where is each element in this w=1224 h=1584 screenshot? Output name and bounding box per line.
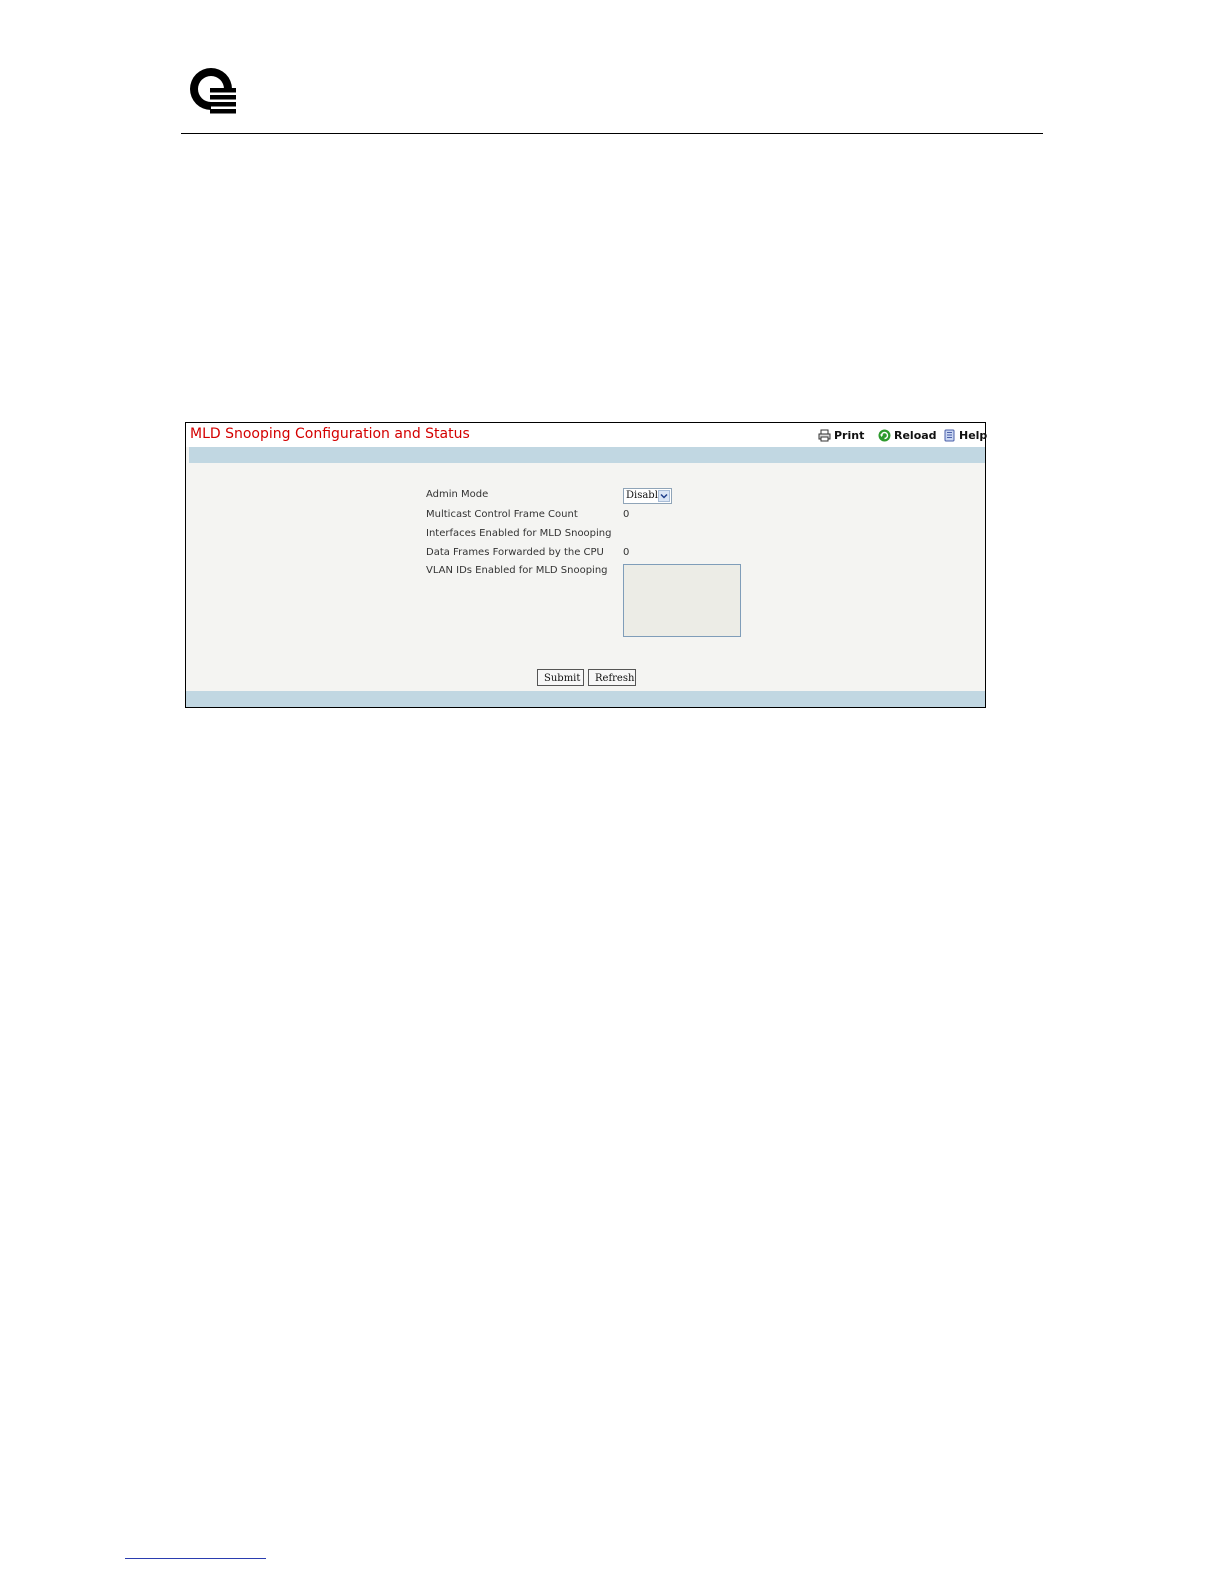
- vlan-ids-enabled-label: VLAN IDs Enabled for MLD Snooping: [426, 565, 608, 576]
- help-label: Help: [959, 428, 988, 442]
- mld-snooping-panel: MLD Snooping Configuration and Status Pr…: [185, 422, 987, 708]
- data-frames-forwarded-label: Data Frames Forwarded by the CPU: [426, 547, 604, 558]
- reload-icon: [878, 429, 891, 441]
- header-divider: [181, 133, 1043, 134]
- reload-button[interactable]: Reload: [878, 427, 937, 443]
- printer-icon: [818, 429, 831, 441]
- footer-band: [186, 691, 985, 707]
- reload-label: Reload: [894, 428, 937, 442]
- help-button[interactable]: Help: [943, 427, 987, 443]
- print-button[interactable]: Print: [818, 427, 864, 443]
- page-title: MLD Snooping Configuration and Status: [190, 426, 470, 442]
- vlan-ids-listbox[interactable]: [623, 564, 741, 637]
- admin-mode-select[interactable]: Disable: [623, 488, 672, 504]
- interfaces-enabled-label: Interfaces Enabled for MLD Snooping: [426, 528, 612, 539]
- chevron-down-icon: [658, 490, 670, 502]
- multicast-control-frame-count-value: 0: [623, 509, 630, 520]
- print-label: Print: [834, 428, 865, 442]
- admin-mode-label: Admin Mode: [426, 489, 489, 500]
- submit-button[interactable]: Submit: [537, 669, 584, 686]
- company-logo: [190, 68, 236, 114]
- footer-link-underline: [125, 1558, 266, 1559]
- panel-titlebar: MLD Snooping Configuration and Status Pr…: [186, 423, 987, 447]
- header-band: [189, 447, 985, 463]
- data-frames-forwarded-value: 0: [623, 547, 630, 558]
- refresh-button[interactable]: Refresh: [588, 669, 636, 686]
- multicast-control-frame-count-label: Multicast Control Frame Count: [426, 509, 578, 520]
- help-book-icon: [944, 429, 955, 441]
